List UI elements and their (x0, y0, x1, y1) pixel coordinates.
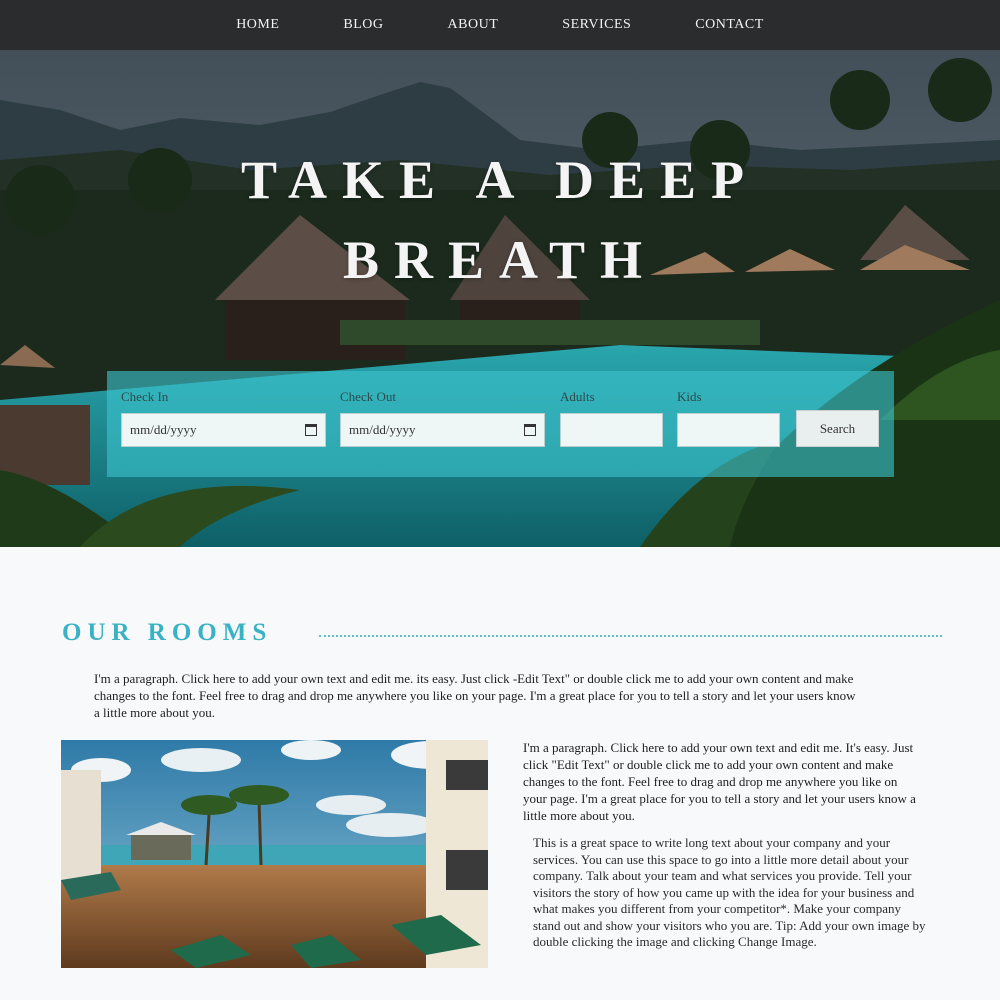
calendar-icon[interactable] (524, 424, 536, 436)
nav-home[interactable]: HOME (236, 17, 279, 33)
company-paragraph: This is a great space to write long text… (533, 835, 926, 949)
kids-input[interactable] (677, 413, 780, 447)
nav-contact[interactable]: CONTACT (695, 17, 764, 33)
hero-title-line1: TAKE A DEEP (240, 150, 760, 210)
hero-banner: HOME BLOG ABOUT SERVICES CONTACT TAKE A … (0, 0, 1000, 547)
check-in-input[interactable]: mm/dd/yyyy (121, 413, 326, 447)
booking-form: Check In mm/dd/yyyy Check Out mm/dd/yyyy… (107, 371, 894, 477)
kids-label: Kids (677, 389, 702, 404)
rooms-paragraph: I'm a paragraph. Click here to add your … (523, 740, 916, 823)
nav-services[interactable]: SERVICES (562, 17, 631, 33)
resort-deck-image (61, 740, 488, 968)
check-out-label: Check Out (340, 389, 396, 404)
nav-blog[interactable]: BLOG (343, 17, 383, 33)
check-in-label: Check In (121, 389, 169, 404)
search-button[interactable]: Search (796, 410, 879, 447)
rooms-intro-paragraph: I'm a paragraph. Click here to add your … (94, 671, 856, 720)
hero-title-line2: BREATH (342, 230, 658, 290)
nav-about[interactable]: ABOUT (448, 17, 499, 33)
main-nav: HOME BLOG ABOUT SERVICES CONTACT (0, 0, 1000, 50)
calendar-icon[interactable] (305, 424, 317, 436)
check-out-input[interactable]: mm/dd/yyyy (340, 413, 545, 447)
adults-input[interactable] (560, 413, 663, 447)
rooms-photo[interactable] (61, 740, 488, 968)
rooms-heading: OUR ROOMS (62, 619, 273, 646)
adults-label: Adults (560, 389, 595, 404)
check-in-value: mm/dd/yyyy (130, 422, 197, 437)
hero-title: TAKE A DEEP BREATH (0, 140, 1000, 300)
check-out-value: mm/dd/yyyy (349, 422, 416, 437)
rooms-divider (319, 635, 942, 637)
